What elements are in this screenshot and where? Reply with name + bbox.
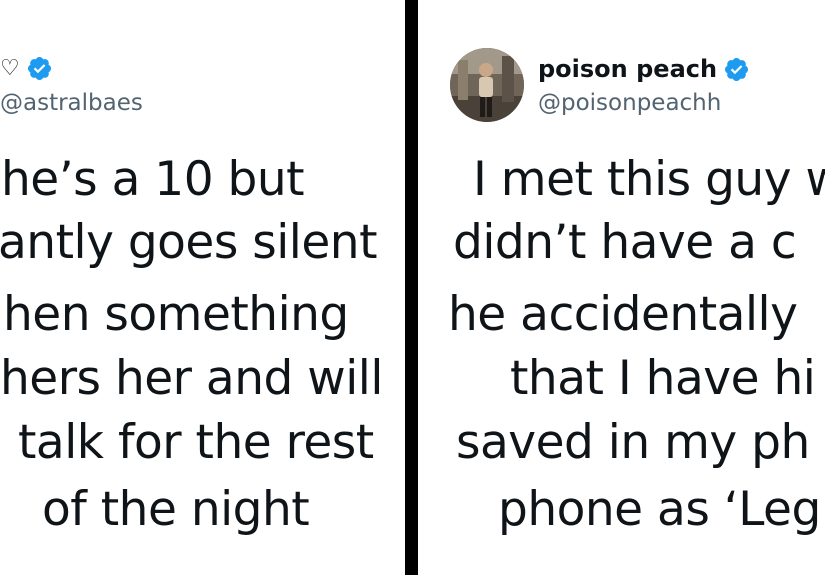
left-tweet-line-5: talk for the rest: [18, 415, 374, 470]
left-tweet-line-4: hers her and will: [0, 351, 383, 406]
right-tweet-line-5: saved in my ph: [456, 415, 810, 470]
right-tweet-line-6: phone as ‘Leg: [498, 482, 821, 537]
left-tweet-line-3: hen something: [3, 287, 349, 342]
right-tweet-line-4: that I have hi: [510, 351, 816, 406]
left-tweet-text: he’s a 10 but antly goes silent hen some…: [0, 0, 405, 575]
left-tweet-line-1: he’s a 10 but: [1, 152, 305, 207]
right-tweet-line-3: he accidentally: [448, 287, 798, 342]
right-tweet-line-2: didn’t have a c: [453, 215, 797, 270]
left-tweet-line-6: of the night: [42, 482, 310, 537]
right-tweet-text: I met this guy w didn’t have a c he acci…: [418, 0, 825, 575]
left-tweet-line-2: antly goes silent: [0, 215, 378, 270]
right-tweet-line-1: I met this guy w: [473, 152, 825, 207]
left-tweet-card: ♡ @astralbaes he’s a 10 but antly goes s…: [0, 0, 405, 575]
